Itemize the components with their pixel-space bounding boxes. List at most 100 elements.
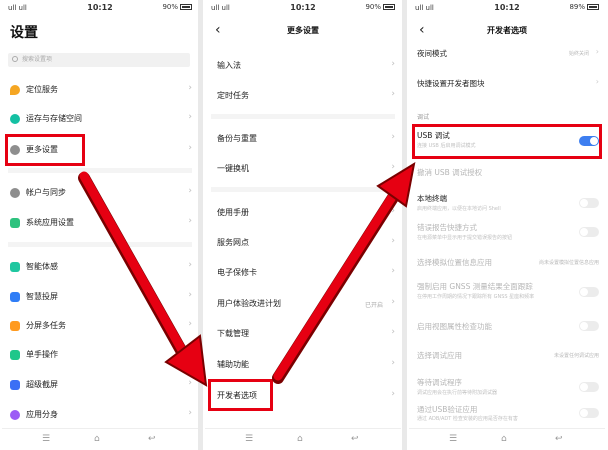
battery-indicator: 89%	[569, 3, 599, 11]
chevron-right-icon: ›	[595, 77, 599, 86]
system-nav-bar: ☰ ⌂ ↩	[2, 428, 198, 450]
dev-item-verify-usb-apps[interactable]: 通过USB验证应用 通过 ADB/ADT 检查安装的应用是否存在有害	[409, 404, 605, 428]
cast-icon	[10, 292, 20, 302]
setting-title: 撤消 USB 调试授权	[417, 168, 483, 177]
highlight-box	[5, 134, 85, 166]
setting-subtitle: 启用终端应用，以便在本地访问 Shell	[417, 206, 501, 212]
setting-title: 选择调试应用	[417, 351, 462, 360]
bugreport-toggle[interactable]	[579, 227, 599, 237]
home-icon[interactable]: ⌂	[297, 434, 303, 444]
chevron-right-icon: ›	[391, 59, 395, 69]
chevron-right-icon: ›	[391, 327, 395, 337]
list-item-label: 用户体验改进计划	[217, 299, 281, 308]
section-divider	[211, 187, 395, 192]
setting-title: 通过USB验证应用	[417, 405, 478, 414]
settings-item-screenshot[interactable]: 超级截屏 ›	[2, 373, 198, 397]
list-item-label: 下载管理	[217, 329, 249, 338]
gnss-toggle[interactable]	[579, 287, 599, 297]
page-title: 更多设置	[287, 26, 319, 35]
home-icon[interactable]: ⌂	[501, 434, 507, 444]
menu-icon[interactable]: ☰	[42, 434, 50, 444]
account-icon	[10, 188, 20, 198]
dev-item-local-terminal[interactable]: 本地终端 启用终端应用，以便在本地访问 Shell	[409, 193, 605, 219]
setting-title: 本地终端	[417, 194, 447, 203]
settings-item-location[interactable]: 定位服务 ›	[2, 78, 198, 102]
chevron-right-icon: ›	[391, 206, 395, 216]
list-item-download-manager[interactable]: 下载管理 ›	[205, 322, 401, 346]
more-settings-screen: ull ull 10:12 90% ‹ 更多设置 输入法 › 定时任务 › 备份…	[205, 0, 401, 450]
list-item-phone-clone[interactable]: 一键换机 ›	[205, 157, 401, 181]
list-item-warranty-card[interactable]: 电子保修卡 ›	[205, 261, 401, 285]
system-nav-bar: ☰ ⌂ ↩	[409, 428, 605, 450]
dev-item-revoke-usb[interactable]: 撤消 USB 调试授权	[409, 165, 605, 185]
setting-title: 错误报告快捷方式	[417, 223, 477, 232]
dev-item-night-mode[interactable]: 夜间模式 始终关闭 ›	[409, 46, 605, 68]
back-nav-icon[interactable]: ↩	[555, 434, 563, 444]
page-title: 开发者选项	[487, 26, 527, 35]
settings-screen: ull ull 10:12 90% 设置 搜索设置项 定位服务 › 运存与存储空…	[2, 0, 198, 450]
list-item-accessibility[interactable]: 辅助功能 ›	[205, 353, 401, 377]
system-nav-bar: ☰ ⌂ ↩	[205, 428, 401, 450]
settings-item-label: 智能体感	[26, 262, 58, 271]
local-terminal-toggle[interactable]	[579, 198, 599, 208]
highlight-box	[412, 124, 602, 159]
dev-item-view-attributes[interactable]: 启用视图属性检查功能	[409, 320, 605, 338]
dev-item-wait-debugger[interactable]: 等待调试程序 调试应用会在执行前等待附加调试器	[409, 377, 605, 401]
list-item-user-experience[interactable]: 用户体验改进计划 已开启 ›	[205, 292, 401, 316]
settings-item-motion[interactable]: 智能体感 ›	[2, 255, 198, 279]
motion-icon	[10, 262, 20, 272]
chevron-right-icon: ›	[188, 290, 192, 300]
list-item-label: 一键换机	[217, 164, 249, 173]
settings-item-account[interactable]: 帐户与同步 ›	[2, 181, 198, 205]
back-nav-icon[interactable]: ↩	[351, 434, 359, 444]
section-header-debugging: 调试	[417, 114, 430, 121]
settings-item-app-clone[interactable]: 应用分身 ›	[2, 403, 198, 427]
dev-item-quick-tiles[interactable]: 快捷设置开发者图块 ›	[409, 76, 605, 98]
settings-item-system-apps[interactable]: 系统应用设置 ›	[2, 211, 198, 235]
chevron-right-icon: ›	[188, 83, 192, 93]
chevron-right-icon: ›	[188, 348, 192, 358]
battery-indicator: 90%	[365, 3, 395, 11]
list-item-label: 输入法	[217, 61, 241, 70]
list-item-label: 使用手册	[217, 208, 249, 217]
settings-item-cast[interactable]: 智慧投屏 ›	[2, 285, 198, 309]
chevron-right-icon: ›	[391, 389, 395, 399]
list-item-user-manual[interactable]: 使用手册 ›	[205, 201, 401, 225]
dev-item-mock-location[interactable]: 选择模拟位置信息应用 尚未设置模拟位置信息应用	[409, 255, 605, 275]
chevron-right-icon: ›	[391, 132, 395, 142]
split-icon	[10, 321, 20, 331]
dev-item-bugreport-shortcut[interactable]: 错误报告快捷方式 在电源菜单中显示用于提交错误报告的按钮	[409, 222, 605, 248]
dev-item-debug-app[interactable]: 选择调试应用 未设置任何调试应用	[409, 350, 605, 368]
chevron-right-icon: ›	[391, 358, 395, 368]
wait-debugger-toggle[interactable]	[579, 382, 599, 392]
one-hand-icon	[10, 350, 20, 360]
chevron-right-icon: ›	[188, 408, 192, 418]
status-bar: ull ull 10:12 90%	[2, 0, 198, 16]
developer-options-screen: ull ull 10:12 89% ‹ 开发者选项 夜间模式 始终关闭 › 快捷…	[409, 0, 605, 450]
list-item-input-method[interactable]: 输入法 ›	[205, 54, 401, 78]
home-icon[interactable]: ⌂	[94, 434, 100, 444]
setting-subtitle: 在电源菜单中显示用于提交错误报告的按钮	[417, 235, 513, 241]
list-item-service-centers[interactable]: 服务网点 ›	[205, 231, 401, 255]
settings-item-one-hand[interactable]: 单手操作 ›	[2, 343, 198, 367]
status-bar: ull ull 10:12 90%	[205, 0, 401, 16]
chevron-right-icon: ›	[391, 297, 395, 307]
verify-usb-toggle[interactable]	[579, 408, 599, 418]
dev-item-gnss-tracking[interactable]: 强制启用 GNSS 测量结果全面跟踪 在停用工作周期的情况下跟踪所有 GNSS …	[409, 281, 605, 311]
list-item-scheduled-tasks[interactable]: 定时任务 ›	[205, 84, 401, 108]
view-attributes-toggle[interactable]	[579, 321, 599, 331]
settings-item-storage[interactable]: 运存与存储空间 ›	[2, 107, 198, 131]
back-nav-icon[interactable]: ↩	[148, 434, 156, 444]
setting-title: 等待调试程序	[417, 378, 462, 387]
list-item-label: 服务网点	[217, 238, 249, 247]
chevron-right-icon: ›	[188, 260, 192, 270]
chevron-right-icon: ›	[188, 186, 192, 196]
setting-value: 未设置任何调试应用	[553, 353, 599, 359]
search-input[interactable]: 搜索设置项	[8, 53, 190, 67]
menu-icon[interactable]: ☰	[245, 434, 253, 444]
menu-icon[interactable]: ☰	[449, 434, 457, 444]
setting-title: 夜间模式	[417, 49, 447, 58]
list-item-backup-reset[interactable]: 备份与重置 ›	[205, 127, 401, 151]
settings-item-split-screen[interactable]: 分屏多任务 ›	[2, 314, 198, 338]
setting-subtitle: 调试应用会在执行前等待附加调试器	[417, 390, 498, 396]
